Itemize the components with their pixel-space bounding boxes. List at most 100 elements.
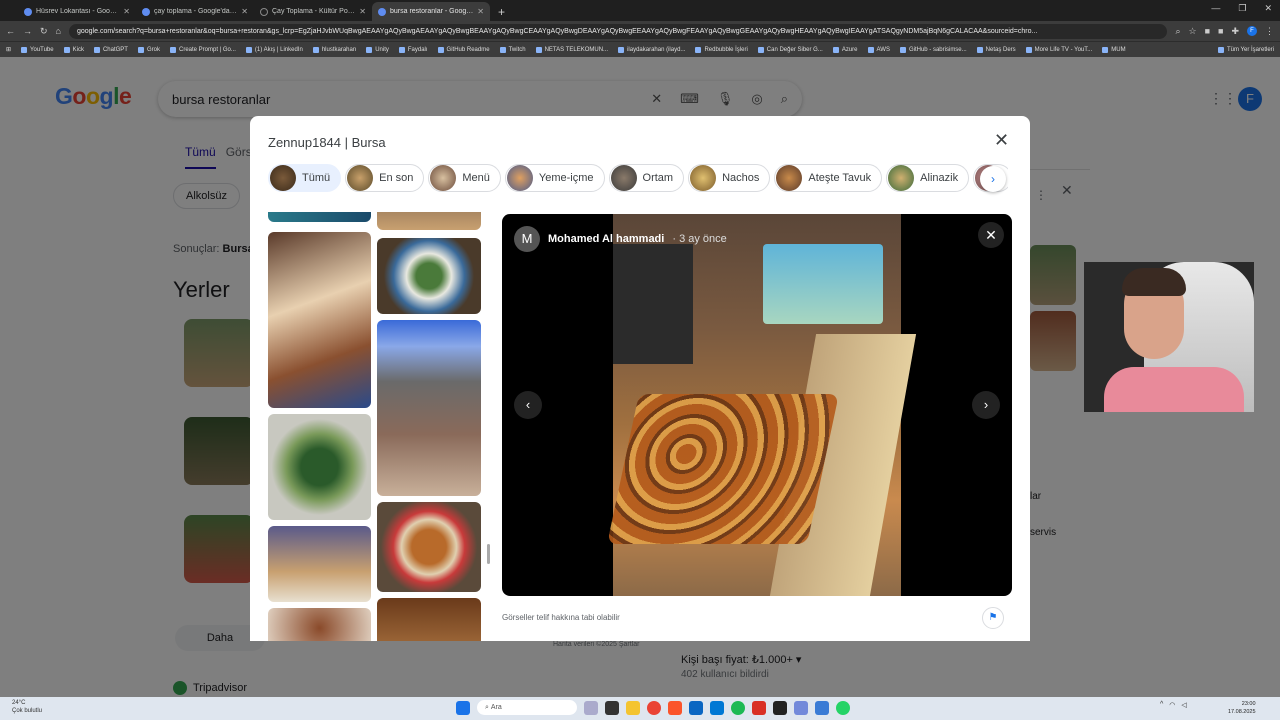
- google-favicon-icon: [142, 7, 150, 16]
- all-bookmarks[interactable]: Tüm Yer İşaretleri: [1217, 46, 1274, 53]
- report-flag-icon[interactable]: ⚑: [982, 607, 1004, 629]
- photo-category-chips: Tümü En son Menü Yeme-içme Ortam Nachos …: [268, 164, 1008, 192]
- tab-title: Çay Toplama - Kültür Portalı - !: [272, 8, 355, 15]
- gallery-photo[interactable]: [268, 414, 371, 520]
- spotify-icon[interactable]: [731, 700, 745, 715]
- bookmark-item[interactable]: Netaş Ders: [976, 46, 1016, 53]
- bookmark-item[interactable]: NETAS TELEKOMUN...: [535, 46, 608, 53]
- bookmark-item[interactable]: Create Prompt | Go...: [169, 46, 236, 53]
- app-icon[interactable]: [605, 700, 619, 715]
- menu-dots-icon[interactable]: ⋮: [1265, 26, 1274, 37]
- wifi-icon[interactable]: ◠: [1169, 701, 1175, 709]
- photo-author[interactable]: M Mohamed Al hammadi · 3 ay önce: [514, 226, 727, 252]
- chip-latest[interactable]: En son: [345, 164, 425, 192]
- bookmark-item[interactable]: More Life TV - YouT...: [1025, 46, 1092, 53]
- gallery-photo[interactable]: [268, 608, 371, 641]
- gallery-photo[interactable]: [377, 598, 481, 641]
- chip-all[interactable]: Tümü: [268, 164, 342, 192]
- back-icon[interactable]: ←: [6, 26, 15, 36]
- close-tab-icon[interactable]: ✕: [359, 7, 366, 16]
- bookmark-item[interactable]: ChatGPT: [93, 46, 128, 53]
- close-viewer-icon[interactable]: ✕: [978, 222, 1004, 248]
- browser-tab[interactable]: Çay Toplama - Kültür Portalı - ! ✕: [254, 2, 372, 21]
- close-window-icon[interactable]: ✕: [1264, 3, 1272, 14]
- chip-nachos[interactable]: Nachos: [688, 164, 771, 192]
- gallery-photo[interactable]: [377, 238, 481, 314]
- bookmark-item[interactable]: Unity: [366, 46, 389, 53]
- bookmark-item[interactable]: GitHub - sabrisimse...: [899, 46, 967, 53]
- home-icon[interactable]: ⌂: [56, 26, 61, 36]
- main-photo[interactable]: [607, 214, 917, 596]
- gallery-photo[interactable]: [268, 526, 371, 602]
- bookmark-item[interactable]: Grok: [137, 46, 160, 53]
- close-tab-icon[interactable]: ✕: [241, 7, 248, 16]
- zoom-icon[interactable]: ⌕: [1175, 26, 1180, 37]
- chip-food-drink[interactable]: Yeme-içme: [504, 164, 605, 192]
- address-bar[interactable]: google.com/search?q=bursa+restoranlar&oq…: [68, 23, 1168, 39]
- clock[interactable]: 23:00 17.08.2025: [1228, 700, 1256, 716]
- taskbar-search[interactable]: ⌕ Ara: [477, 700, 577, 715]
- bookmark-item[interactable]: Can Değer Siber G...: [757, 46, 823, 53]
- bookmarks-bar: ⊞ YouTube Kick ChatGPT Grok Create Promp…: [0, 41, 1280, 57]
- new-tab-button[interactable]: +: [490, 5, 513, 21]
- browser-toolbar: ← → ↻ ⌂ google.com/search?q=bursa+restor…: [0, 21, 1280, 41]
- bookmark-item[interactable]: Twitch: [499, 46, 526, 53]
- reload-icon[interactable]: ↻: [40, 26, 48, 37]
- start-icon[interactable]: [456, 700, 470, 715]
- close-modal-icon[interactable]: ✕: [994, 130, 1009, 151]
- extension-icon[interactable]: ■: [1205, 26, 1210, 37]
- tab-title: çay toplama - Google'da Ara: [154, 8, 238, 15]
- gallery-photo[interactable]: [377, 320, 481, 496]
- bookmark-item[interactable]: Azure: [832, 46, 858, 53]
- bookmark-item[interactable]: ilaydakarahan (ilayd...: [618, 46, 685, 53]
- bookmark-item[interactable]: YouTube: [21, 46, 54, 53]
- bookmark-item[interactable]: GitHub Readme: [437, 46, 490, 53]
- bookmark-item[interactable]: Faydalı: [398, 46, 428, 53]
- gallery-photo[interactable]: [377, 502, 481, 592]
- brave-icon[interactable]: [668, 700, 682, 715]
- forward-icon[interactable]: →: [23, 26, 32, 36]
- previous-photo-icon[interactable]: ‹: [514, 391, 542, 419]
- edge-icon[interactable]: [689, 700, 703, 715]
- chip-ambience[interactable]: Ortam: [608, 164, 685, 192]
- bookmark-star-icon[interactable]: ☆: [1189, 26, 1197, 37]
- extension-icon[interactable]: ■: [1218, 26, 1223, 37]
- extensions-puzzle-icon[interactable]: ✚: [1231, 26, 1239, 37]
- chrome-icon[interactable]: [647, 700, 661, 715]
- app-icon[interactable]: [752, 700, 766, 715]
- browser-tab-active[interactable]: bursa restoranlar - Google'da A ✕: [372, 2, 490, 21]
- bookmark-item[interactable]: Redbubble İşleri: [695, 46, 748, 53]
- close-tab-icon[interactable]: ✕: [477, 7, 484, 16]
- bookmark-item[interactable]: hlustkarahan: [312, 46, 356, 53]
- apps-grid-icon[interactable]: ⊞: [6, 46, 11, 53]
- whatsapp-icon[interactable]: [836, 700, 850, 715]
- file-explorer-icon[interactable]: [626, 700, 640, 715]
- bookmark-item[interactable]: (1) Akış | LinkedIn: [245, 46, 303, 53]
- outlook-icon[interactable]: [710, 700, 724, 715]
- volume-icon[interactable]: ◁: [1181, 701, 1186, 709]
- next-photo-icon[interactable]: ›: [972, 391, 1000, 419]
- close-tab-icon[interactable]: ✕: [123, 7, 130, 16]
- chip-menu[interactable]: Menü: [428, 164, 501, 192]
- tray-chevron-icon[interactable]: ^: [1160, 701, 1163, 709]
- chip-grilled-chicken[interactable]: Ateşte Tavuk: [774, 164, 883, 192]
- bookmark-item[interactable]: Kick: [63, 46, 84, 53]
- bookmark-item[interactable]: MUM: [1102, 46, 1126, 53]
- bookmark-item[interactable]: AWS: [867, 46, 890, 53]
- discord-icon[interactable]: [794, 700, 808, 715]
- chips-next-icon[interactable]: ›: [980, 166, 1006, 192]
- app-icon[interactable]: [815, 700, 829, 715]
- gallery-photo[interactable]: [268, 212, 371, 222]
- browser-tab[interactable]: çay toplama - Google'da Ara ✕: [136, 2, 254, 21]
- weather-widget[interactable]: 24°C Çok bulutlu: [12, 699, 42, 715]
- gallery-photo[interactable]: [268, 232, 371, 408]
- chip-alinazik[interactable]: Alinazik: [886, 164, 970, 192]
- gallery-scrollbar[interactable]: [487, 544, 490, 564]
- profile-avatar[interactable]: F: [1247, 25, 1257, 36]
- minimize-icon[interactable]: —: [1211, 3, 1220, 14]
- gallery-photo[interactable]: [377, 212, 481, 230]
- app-icon[interactable]: [773, 700, 787, 715]
- widgets-icon[interactable]: [584, 700, 598, 715]
- browser-tab[interactable]: Hüsrev Lokantası - Google Har✕: [18, 2, 136, 21]
- maximize-icon[interactable]: ❐: [1238, 3, 1246, 14]
